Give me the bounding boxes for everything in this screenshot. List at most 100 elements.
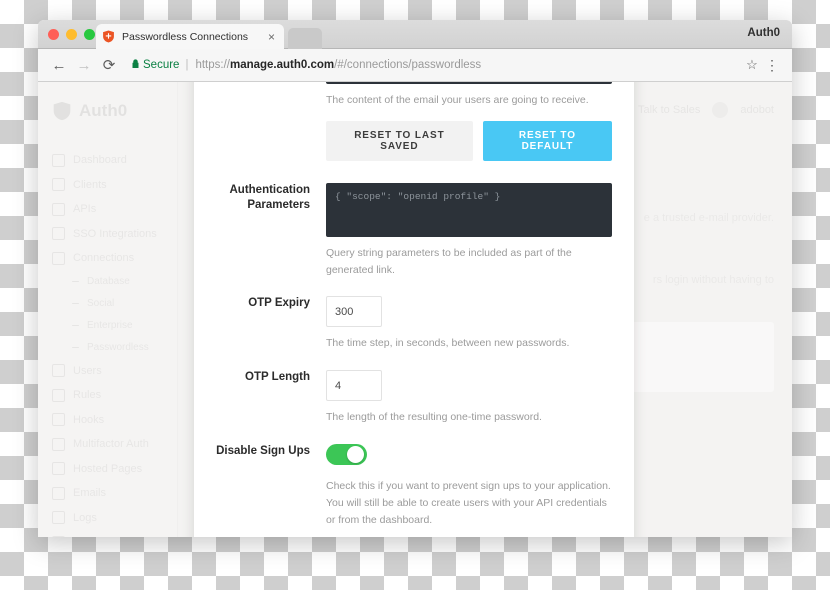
sidebar-item-label: Database <box>87 276 130 287</box>
otp-length-input[interactable] <box>326 370 382 402</box>
auth0-logo-text: Auth0 <box>79 101 128 120</box>
background-text-line-1: e a trusted e-mail provider. <box>644 212 774 224</box>
sidebar-item-hooks[interactable]: Hooks <box>38 408 177 433</box>
page-viewport: Auth0 Dashboard Clients APIs SSO Integratio… <box>38 82 792 537</box>
close-window-button[interactable] <box>48 29 59 40</box>
browser-tab[interactable]: Passwordless Connections × <box>96 24 284 49</box>
sidebar-item-emails[interactable]: Emails <box>38 481 177 506</box>
sidebar-item-sso-integrations[interactable]: SSO Integrations <box>38 222 177 247</box>
email-body-hint: The content of the email your users are … <box>326 94 589 106</box>
lock-icon <box>131 58 140 72</box>
browser-toolbar: ← → ⟳ Secure | https:// manage.auth0.com… <box>38 49 792 82</box>
sidebar-item-label: Dashboard <box>73 154 127 167</box>
sidebar-item-icon <box>52 486 65 500</box>
otp-length-hint: The length of the resulting one-time pas… <box>326 411 542 424</box>
background-card <box>614 322 774 392</box>
new-tab-button[interactable] <box>288 28 322 49</box>
sidebar-item-icon <box>52 153 65 167</box>
sidebar-item-label: Hooks <box>73 413 105 426</box>
sidebar-item-multifactor-auth[interactable]: Multifactor Auth <box>38 432 177 457</box>
sidebar-item-hosted-pages[interactable]: Hosted Pages <box>38 457 177 482</box>
sidebar-item-icon <box>52 364 65 378</box>
sidebar-item-label: Logs <box>73 511 97 524</box>
maximize-window-button[interactable] <box>84 29 95 40</box>
sidebar-item-social[interactable]: Social <box>38 293 177 315</box>
otp-length-field: The length of the resulting one-time pas… <box>326 370 612 426</box>
auth0-shield-icon <box>102 30 115 43</box>
reset-to-default-button[interactable]: RESET TO DEFAULT <box>482 120 612 161</box>
sidebar-item-icon <box>52 413 65 427</box>
address-bar[interactable]: Secure | https:// manage.auth0.com /#/co… <box>127 54 736 76</box>
sidebar-item-label: Anomaly Detection <box>73 536 165 537</box>
sidebar-item-label: Social <box>87 298 115 309</box>
passwordless-settings-modal: The content of the email your users are … <box>194 82 634 537</box>
sidebar-item-logs[interactable]: Logs <box>38 506 177 531</box>
sidebar-item-anomaly-detection[interactable]: Anomaly Detection <box>38 530 177 537</box>
url-scheme: https:// <box>195 59 230 71</box>
otp-length-row: OTP Length The length of the resulting o… <box>194 370 634 426</box>
forward-button[interactable]: → <box>73 54 95 76</box>
disable-signups-label: Disable Sign Ups <box>216 444 310 457</box>
sidebar-item-icon <box>72 324 79 327</box>
back-button[interactable]: ← <box>48 54 70 76</box>
sidebar-item-icon <box>52 462 65 476</box>
sidebar-item-icon <box>72 302 79 305</box>
screenshot-root: Passwordless Connections × Auth0 ← → ⟳ S… <box>0 0 830 590</box>
sidebar-item-icon <box>52 535 65 537</box>
sidebar-item-icon <box>52 202 65 216</box>
sidebar-item-label: Rules <box>73 389 102 402</box>
sidebar-item-clients[interactable]: Clients <box>38 173 177 198</box>
sidebar-item-label: Enterprise <box>87 320 133 331</box>
sidebar-item-icon <box>72 346 79 349</box>
disable-signups-hint: Check this if you want to prevent sign u… <box>326 479 611 526</box>
window-title: Auth0 <box>747 27 780 39</box>
sidebar-item-enterprise[interactable]: Enterprise <box>38 315 177 337</box>
browser-menu-icon[interactable]: ⋮ <box>762 55 782 75</box>
sidebar-item-dashboard[interactable]: Dashboard <box>38 148 177 173</box>
sidebar-item-icon <box>52 227 65 241</box>
email-body-row: The content of the email your users are … <box>194 82 634 161</box>
sidebar-item-icon <box>52 178 65 192</box>
dashboard-sidebar: Auth0 Dashboard Clients APIs SSO Integratio… <box>38 82 178 537</box>
secure-label: Secure <box>143 59 180 71</box>
otp-expiry-row: OTP Expiry The time step, in seconds, be… <box>194 296 634 352</box>
modal-body: The content of the email your users are … <box>194 82 634 537</box>
sidebar-item-label: Hosted Pages <box>73 462 143 475</box>
disable-signups-field: Check this if you want to prevent sign u… <box>326 443 612 528</box>
sidebar-item-rules[interactable]: Rules <box>38 383 177 408</box>
reset-to-last-saved-button[interactable]: RESET TO LAST SAVED <box>326 120 473 161</box>
sidebar-item-passwordless[interactable]: Passwordless <box>38 337 177 359</box>
browser-titlebar: Passwordless Connections × Auth0 <box>38 20 792 49</box>
sidebar-item-label: Emails <box>73 487 107 500</box>
toggle-knob <box>347 445 364 463</box>
sidebar-item-label: Clients <box>73 178 107 191</box>
authentication-parameters-editor[interactable]: { "scope": "openid profile" } <box>326 182 612 237</box>
sidebar-item-label: APIs <box>73 203 97 216</box>
authentication-parameters-row: Authentication Parameters { "scope": "op… <box>194 182 634 279</box>
otp-expiry-label: OTP Expiry <box>248 297 310 310</box>
sidebar-nav: Dashboard Clients APIs SSO Integrations Conn… <box>38 148 177 537</box>
account-name[interactable]: adobot <box>740 104 774 116</box>
minimize-window-button[interactable] <box>66 29 77 40</box>
otp-length-label: OTP Length <box>245 371 310 384</box>
tab-title: Passwordless Connections <box>122 30 249 43</box>
talk-to-sales-link[interactable]: Talk to Sales <box>638 104 700 116</box>
sidebar-item-label: Multifactor Auth <box>73 438 149 451</box>
sidebar-item-apis[interactable]: APIs <box>38 197 177 222</box>
sidebar-item-icon <box>52 388 65 402</box>
sidebar-item-icon <box>52 437 65 451</box>
bookmark-star-icon[interactable]: ☆ <box>742 55 762 75</box>
auth0-logo: Auth0 <box>38 82 177 122</box>
sidebar-item-connections[interactable]: Connections <box>38 246 177 271</box>
disable-signups-toggle[interactable] <box>326 443 367 465</box>
sidebar-item-icon <box>52 511 65 525</box>
close-tab-icon[interactable]: × <box>265 31 278 43</box>
auth0-logo-icon <box>52 100 72 122</box>
otp-expiry-input[interactable] <box>326 296 382 328</box>
dashboard-topbar: Talk to Sales adobot <box>638 102 774 118</box>
url-separator: | <box>185 59 189 71</box>
avatar <box>712 102 728 118</box>
sidebar-item-users[interactable]: Users <box>38 359 177 384</box>
reload-button[interactable]: ⟳ <box>98 54 120 76</box>
sidebar-item-database[interactable]: Database <box>38 271 177 293</box>
